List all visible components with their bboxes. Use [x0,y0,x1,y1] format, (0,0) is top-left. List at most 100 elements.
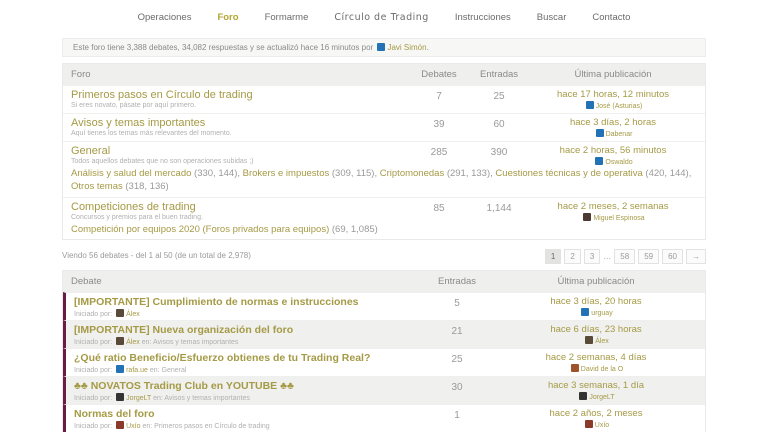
last-post-time-link[interactable]: hace 3 semanas, 1 día [495,380,697,391]
page-link[interactable]: 3 [583,249,601,265]
last-post-author-link[interactable]: urguay [591,310,612,317]
topic-title-link[interactable]: ¿Qué ratio Beneficio/Esfuerzo obtienes d… [74,352,419,364]
avatar [581,308,590,317]
page-link[interactable]: 60 [662,249,683,265]
topics-table-header: Debate Entradas Última publicación [63,271,705,293]
avatar [116,393,125,402]
last-post-author-link[interactable]: Uxío [595,422,609,429]
last-post-author-link[interactable]: Álex [595,338,609,345]
subforum-counts: (69, 1,085) [329,223,378,235]
last-post-author: Álex [495,336,697,345]
topic-starter-link[interactable]: rafa.ue [126,367,148,374]
last-post-time-link[interactable]: hace 2 meses, 2 semanas [529,201,697,212]
stats-text: Este foro tiene 3,388 debates, 34,082 re… [73,43,374,52]
subforum-link[interactable]: Criptomonedas [380,168,444,179]
forum-debates-count: 39 [433,119,445,130]
topic-starter-link[interactable]: JorgeLT [126,395,151,402]
last-post-author-link[interactable]: David de la O [581,366,623,373]
header-entradas: Entradas [437,276,477,288]
last-post-author: Oswaldo [529,157,697,166]
forum-title-link[interactable]: General [71,145,409,157]
stats-user-link[interactable]: Javi Simón [387,43,426,52]
last-post-author: JorgeLT [495,392,697,401]
topic-row: ¿Qué ratio Beneficio/Esfuerzo obtienes d… [63,348,705,377]
topic-row: ♣♣ NOVATOS Trading Club en YOUTUBE ♣♣ In… [63,376,705,405]
last-post-time-link[interactable]: hace 3 días, 20 horas [495,296,697,307]
header-debates: Debates [421,69,457,80]
page-link[interactable]: 59 [638,249,660,265]
avatar [583,212,592,221]
forum-title-link[interactable]: Competiciones de trading [71,201,409,213]
topic-started-by: Iniciado por: JorgeLT en: Avisos y temas… [74,393,250,403]
subforum-link[interactable]: Brokers e impuestos [243,168,330,179]
forum-entries-count: 390 [490,147,508,158]
nav-foro[interactable]: Foro [217,12,238,23]
last-post-time-link[interactable]: hace 2 horas, 56 minutos [529,145,697,156]
avatar [595,129,604,137]
topic-entries-count: 25 [451,354,463,366]
subforum-link[interactable]: Competición por equipos 2020 (Foros priv… [71,224,329,235]
topic-starter-link[interactable]: Álex [126,311,140,318]
topic-row: [IMPORTANTE] Nueva organización del foro… [63,320,705,349]
header-ultima-publicacion: Última publicación [574,69,652,80]
topic-row: Normas del foro Iniciado por: Uxío en: P… [63,404,705,432]
forums-table-header: Foro Debates Entradas Última publicación [63,64,705,85]
nav-formarme[interactable]: Formarme [265,12,309,23]
topic-row: [IMPORTANTE] Cumplimiento de normas e in… [63,292,705,321]
header-ultima-publicacion: Última publicación [557,276,635,288]
last-post-author-link[interactable]: Oswaldo [605,159,632,166]
last-post-author-link[interactable]: Dabenar [606,131,633,138]
nav-buscar[interactable]: Buscar [537,12,567,23]
last-post-time-link[interactable]: hace 2 semanas, 4 días [495,352,697,363]
forum-description: Si eres novato, pásate por aquí primero. [71,102,196,109]
forum-title-link[interactable]: Avisos y temas importantes [71,117,409,129]
forum-stats-bar: Este foro tiene 3,388 debates, 34,082 re… [62,38,706,57]
topic-started-by: Iniciado por: rafa.ue en: General [74,365,187,375]
last-post-author-link[interactable]: Miguel Espinosa [593,215,644,222]
avatar [585,101,594,109]
avatar [584,420,593,429]
topic-started-by: Iniciado por: Álex en: Avisos y temas im… [74,337,239,347]
page-link[interactable]: 58 [614,249,636,265]
header-entradas: Entradas [479,69,519,80]
page-link[interactable]: 1 [544,249,562,265]
subforum-list: Análisis y salud del mercado (330, 144),… [71,168,697,194]
forum-row: Competiciones de trading Concursos y pre… [63,196,705,240]
topic-starter-link[interactable]: Uxío [126,423,140,430]
forum-entries-count: 25 [493,91,505,102]
subforum-counts: (309, 115), [329,168,380,179]
nav-instrucciones[interactable]: Instrucciones [455,12,511,23]
topic-starter-link[interactable]: Álex [126,339,140,346]
pagination-links: 1 2 3… 58 59 60 → [542,246,706,265]
last-post-time-link[interactable]: hace 17 horas, 12 minutos [529,89,697,100]
topic-title-link[interactable]: [IMPORTANTE] Nueva organización del foro [74,324,419,336]
forum-row: General Todos aquellos debates que no so… [63,141,705,197]
nav-operaciones[interactable]: Operaciones [138,12,192,23]
topic-title-link[interactable]: ♣♣ NOVATOS Trading Club en YOUTUBE ♣♣ [74,380,419,392]
last-post-author: Uxío [495,420,697,429]
forums-table: Foro Debates Entradas Última publicación… [62,63,706,241]
nav-contacto[interactable]: Contacto [592,12,630,23]
last-post-time-link[interactable]: hace 2 años, 2 meses [495,408,697,419]
subforum-counts: (420, 144), [642,168,692,179]
avatar [579,392,588,401]
avatar [570,364,579,373]
avatar [116,421,125,430]
forum-entries-count: 60 [493,119,505,130]
site-logo[interactable]: Círculo de Trading [334,12,428,23]
last-post-time-link[interactable]: hace 6 días, 23 horas [495,324,697,335]
topic-title-link[interactable]: Normas del foro [74,408,419,420]
last-post-author-link[interactable]: José (Asturias) [596,103,643,110]
pagination-next-link[interactable]: → [686,249,706,265]
subforum-counts: (330, 144), [191,168,243,179]
last-post-author: David de la O [495,364,697,373]
avatar [377,43,386,51]
last-post-author-link[interactable]: JorgeLT [589,394,614,401]
topic-title-link[interactable]: [IMPORTANTE] Cumplimiento de normas e in… [74,296,419,308]
page-link[interactable]: 2 [564,249,581,265]
subforum-link[interactable]: Cuestiones técnicas y de operativa [495,168,642,179]
last-post-time-link[interactable]: hace 3 días, 2 horas [529,117,697,128]
forum-title-link[interactable]: Primeros pasos en Círculo de trading [71,89,409,101]
subforum-link[interactable]: Análisis y salud del mercado [71,168,191,179]
subforum-link[interactable]: Otros temas [71,181,123,192]
